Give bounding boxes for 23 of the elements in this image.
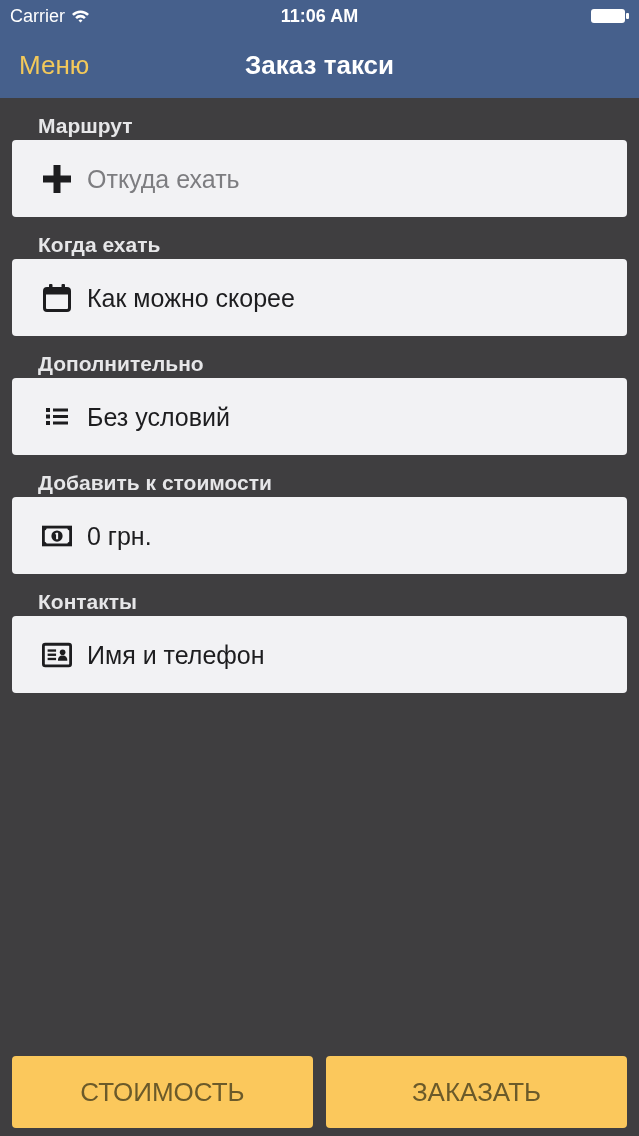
- selector-field[interactable]: 0 грн.: [12, 497, 627, 574]
- action-button[interactable]: ЗАКАЗАТЬ: [326, 1056, 627, 1128]
- section-label: Добавить к стоимости: [38, 470, 272, 496]
- plus-icon: [43, 164, 71, 193]
- carrier-name: Carrier: [10, 5, 65, 27]
- selector-field[interactable]: Без условий: [12, 378, 627, 455]
- section-label: Когда ехать: [38, 232, 161, 258]
- calendar-icon: [43, 283, 71, 312]
- list-icon: [46, 408, 68, 425]
- screen-title: Заказ такси: [245, 49, 394, 81]
- banknote-icon: [42, 524, 72, 547]
- section-label: Контакты: [38, 589, 138, 615]
- battery-icon: [591, 8, 629, 24]
- action-button[interactable]: СТОИМОСТЬ: [12, 1056, 313, 1128]
- section-label: Дополнительно: [38, 351, 204, 377]
- status-time: 11:06 AM: [280, 5, 359, 27]
- selector-field[interactable]: Как можно скорее: [12, 259, 627, 336]
- wifi-icon: [71, 9, 90, 23]
- contact-card-icon: [42, 641, 72, 668]
- section-label: Маршрут: [38, 113, 133, 139]
- menu-button[interactable]: Меню: [19, 49, 90, 81]
- selector-field[interactable]: Имя и телефон: [12, 616, 627, 693]
- input-field[interactable]: Откуда ехать: [12, 140, 627, 217]
